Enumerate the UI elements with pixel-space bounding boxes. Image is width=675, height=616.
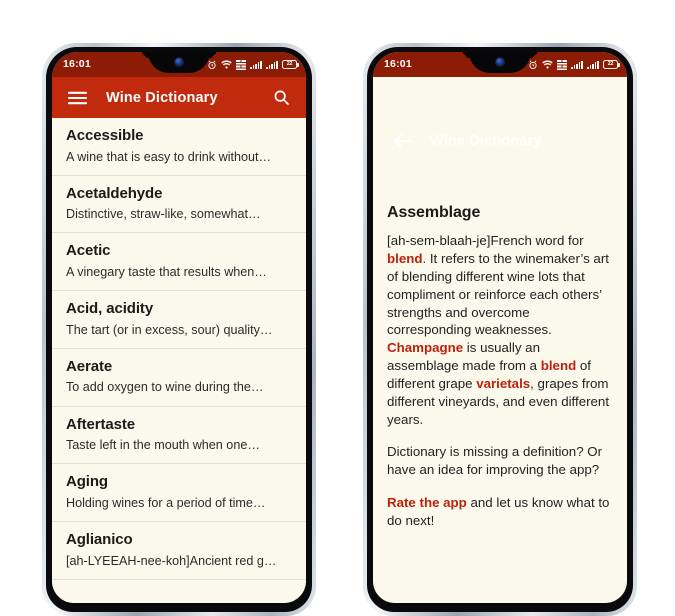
signal-bars-icon [250, 60, 263, 69]
search-icon[interactable] [266, 83, 296, 113]
entry-description: Distinctive, straw-like, somewhat… [66, 207, 261, 222]
list-item[interactable]: Aglianico [ah-LYEEAH-nee-koh]Ancient red… [52, 522, 306, 580]
status-bar-clock: 16:01 [384, 58, 412, 71]
entry-term: Acetic [66, 242, 111, 260]
entry-description: [ah-LYEEAH-nee-koh]Ancient red g… [66, 553, 277, 568]
entry-term: Aerate [66, 357, 113, 375]
link-varietals[interactable]: varietals [476, 376, 530, 391]
battery-icon: 22 [282, 60, 299, 69]
status-bar-clock: 16:01 [63, 58, 91, 71]
feedback-prompt: Dictionary is missing a definition? Or h… [387, 444, 603, 478]
signal-bars-icon [266, 60, 278, 69]
list-item[interactable]: Aging Holding wines for a period of time… [52, 464, 306, 522]
phone-device-detail: 16:01 22 Wine Dictionary Assemblage [ah-… [363, 43, 637, 616]
entry-term: Aging [66, 473, 108, 491]
list-item[interactable]: Acid, acidity The tart (or in excess, so… [52, 291, 306, 349]
list-item[interactable]: Acetic A vinegary taste that results whe… [52, 233, 306, 292]
phone-screen-list: 16:01 22 Wine Dictionary Accessible A wi… [52, 52, 306, 603]
battery-level-label: 22 [607, 60, 614, 67]
list-item[interactable]: Aftertaste Taste left in the mouth when … [52, 407, 306, 465]
rate-the-app-link[interactable]: Rate the app [387, 495, 467, 510]
phone-bezel: 16:01 [46, 47, 312, 612]
link-blend[interactable]: blend [387, 251, 422, 266]
phone-screen-detail: 16:01 22 Wine Dictionary Assemblage [ah-… [373, 52, 627, 603]
rate-app-paragraph: Rate the app and let us know what to do … [387, 494, 613, 530]
definition-term: Assemblage [387, 204, 481, 222]
entry-description: A vinegary taste that results when… [66, 265, 267, 279]
definition-detail: Assemblage [ah-sem-blaah-je]French word … [373, 191, 627, 603]
definition-body: [ah-sem-blaah-je]French word for blend. … [387, 232, 613, 529]
phone-device-list: 16:01 22 Wine Dictionary Accessible A wi… [42, 43, 316, 616]
list-item[interactable]: Aerate To add oxygen to wine during the… [52, 349, 306, 407]
list-item[interactable]: Accessible A wine that is easy to drink … [52, 118, 306, 176]
entry-description: A wine that is easy to drink without… [66, 149, 272, 164]
front-camera-icon [496, 58, 504, 66]
phone-bezel: 16:01 [367, 47, 633, 612]
entry-term: Aglianico [66, 530, 133, 548]
entry-term: Accessible [66, 127, 144, 144]
mobile-data-icon [236, 59, 247, 70]
back-arrow-icon[interactable] [387, 126, 417, 156]
signal-bars-icon [571, 60, 584, 69]
battery-icon: 22 [603, 60, 620, 69]
signal-bars-icon [587, 60, 599, 69]
entry-description: The tart (or in excess, sour) quality… [66, 322, 273, 337]
link-champagne[interactable]: Champagne [387, 340, 463, 355]
wifi-icon [221, 59, 232, 70]
entry-description: Holding wines for a period of time… [66, 495, 266, 510]
entry-description: Taste left in the mouth when one… [66, 438, 260, 453]
entry-description: To add oxygen to wine during the… [66, 380, 264, 395]
battery-level-label: 22 [286, 60, 293, 67]
definition-text: [ah-sem-blaah-je]French word for [387, 233, 584, 249]
app-bar-list: Wine Dictionary [52, 77, 306, 118]
wifi-icon [542, 59, 553, 70]
mobile-data-icon [557, 59, 568, 70]
entry-term: Acid, acidity [66, 300, 154, 318]
list-item[interactable]: Acetaldehyde Distinctive, straw-like, so… [52, 176, 306, 234]
link-blend[interactable]: blend [541, 358, 576, 373]
entry-term: Aftertaste [66, 415, 136, 433]
front-camera-icon [175, 58, 183, 66]
page-title: Wine Dictionary [106, 89, 218, 106]
page-title: Wine Dictionary [430, 132, 542, 149]
definition-paragraph-main: [ah-sem-blaah-je]French word for blend. … [387, 232, 613, 428]
hamburger-menu-icon[interactable] [62, 83, 92, 113]
entry-term: Acetaldehyde [66, 184, 163, 202]
app-bar-detail: Wine Dictionary [373, 77, 627, 192]
dictionary-list[interactable]: Accessible A wine that is easy to drink … [52, 118, 306, 603]
